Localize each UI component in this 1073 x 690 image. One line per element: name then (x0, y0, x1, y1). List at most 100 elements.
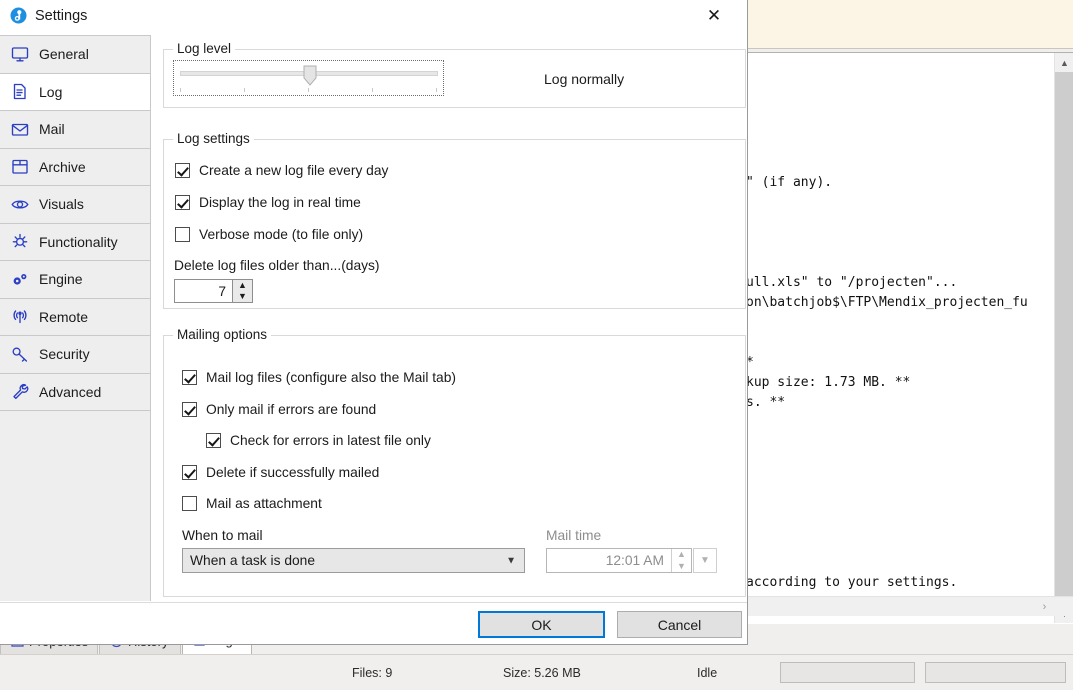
envelope-icon (11, 120, 32, 138)
sidebar-item-archive[interactable]: Archive (0, 148, 150, 186)
status-files: Files: 9 (352, 666, 393, 680)
sidebar-item-label: Mail (39, 121, 65, 138)
log-settings-legend: Log settings (173, 131, 254, 146)
checkbox-create-new-log-file[interactable]: Create a new log file every day (175, 163, 388, 178)
dialog-title: Settings (35, 7, 88, 24)
checkbox-box[interactable] (175, 163, 190, 178)
checkbox-display-log-realtime[interactable]: Display the log in real time (175, 195, 361, 210)
stepper-value[interactable]: 7 (175, 280, 232, 302)
log-line: * (746, 355, 754, 370)
mail-time-down-icon[interactable]: ▼ (672, 561, 691, 573)
when-to-mail-select[interactable]: When a task is done ▼ (182, 548, 525, 573)
log-horizontal-scrollbar[interactable]: › (746, 596, 1073, 616)
checkbox-label: Only mail if errors are found (206, 402, 377, 417)
checkbox-label: Create a new log file every day (199, 163, 389, 178)
slider-ticks (180, 88, 438, 93)
sidebar-item-general[interactable]: General (0, 36, 150, 74)
mail-time-up-icon[interactable]: ▲ (672, 549, 691, 561)
checkbox-mail-as-attachment[interactable]: Mail as attachment (182, 496, 322, 511)
mail-time-dropdown-button[interactable]: ▼ (693, 548, 717, 573)
ok-button[interactable]: OK (478, 611, 605, 638)
log-line: on\batchjob$\FTP\Mendix_projecten_fu (746, 295, 1028, 310)
document-icon (11, 83, 32, 101)
sidebar-item-label: Advanced (39, 383, 102, 400)
sidebar-item-label: Log (39, 83, 63, 100)
background-log-pane: " (if any). ull.xls" to "/projecten"... on… (746, 52, 1073, 624)
sidebar-item-remote[interactable]: Remote (0, 298, 150, 336)
delete-log-days-stepper[interactable]: 7 ▲ ▼ (174, 279, 253, 303)
bug-icon (11, 233, 32, 251)
when-to-mail-value: When a task is done (190, 553, 316, 568)
checkbox-mail-log-files[interactable]: Mail log files (configure also the Mail … (182, 370, 456, 385)
settings-sidebar: General Log Mail Archive Visuals Functionalit… (0, 35, 151, 601)
sidebar-item-label: Visuals (39, 196, 84, 213)
antenna-icon (11, 308, 32, 326)
checkbox-verbose-mode[interactable]: Verbose mode (to file only) (175, 227, 363, 242)
eye-icon (11, 195, 32, 213)
mail-time-stepper[interactable]: 12:01 AM ▲ ▼ (546, 548, 692, 573)
chevron-down-icon[interactable]: ▼ (506, 555, 516, 566)
stepper-buttons[interactable]: ▲ ▼ (232, 280, 252, 302)
checkbox-delete-if-mailed[interactable]: Delete if successfully mailed (182, 465, 379, 480)
log-level-legend: Log level (173, 41, 236, 56)
chevron-down-icon[interactable]: ▼ (700, 555, 710, 566)
checkbox-box[interactable] (182, 465, 197, 480)
checkbox-box[interactable] (182, 402, 197, 417)
when-to-mail-label: When to mail (182, 528, 263, 543)
checkbox-box[interactable] (182, 496, 197, 511)
scroll-right-arrow-icon[interactable]: › (1035, 597, 1054, 616)
scrollbar-thumb[interactable] (1055, 72, 1073, 604)
stepper-up-icon[interactable]: ▲ (233, 280, 252, 291)
checkbox-box[interactable] (175, 227, 190, 242)
sidebar-item-functionality[interactable]: Functionality (0, 223, 150, 261)
slider-thumb[interactable] (303, 65, 317, 86)
mail-time-stepper-buttons[interactable]: ▲ ▼ (671, 549, 691, 572)
sidebar-item-log[interactable]: Log (0, 73, 150, 111)
close-icon[interactable]: ✕ (691, 0, 737, 31)
checkbox-box[interactable] (182, 370, 197, 385)
stepper-down-icon[interactable]: ▼ (233, 291, 252, 302)
checkbox-label: Display the log in real time (199, 195, 361, 210)
checkbox-check-errors-latest-file[interactable]: Check for errors in latest file only (206, 433, 431, 448)
log-level-slider[interactable] (173, 60, 444, 96)
archive-box-icon (11, 158, 32, 176)
log-line: according to your settings. (746, 575, 958, 590)
scroll-up-arrow-icon[interactable]: ▲ (1055, 53, 1073, 72)
checkbox-label: Mail log files (configure also the Mail … (206, 370, 456, 385)
sidebar-item-advanced[interactable]: Advanced (0, 373, 150, 411)
checkbox-box[interactable] (175, 195, 190, 210)
background-log-text: " (if any). ull.xls" to "/projecten"... on… (746, 53, 1051, 593)
sidebar-item-label: Functionality (39, 233, 118, 250)
log-vertical-scrollbar[interactable]: ▲ ▼ (1054, 53, 1073, 623)
sidebar-item-label: Archive (39, 158, 86, 175)
dialog-title-bar: Settings ✕ (0, 0, 747, 31)
sidebar-item-visuals[interactable]: Visuals (0, 186, 150, 224)
settings-dialog: Settings ✕ General Log Mail Archive Visuals F… (0, 0, 748, 645)
settings-content: Log level Log normally Log settings Crea… (152, 32, 747, 602)
cancel-button[interactable]: Cancel (617, 611, 742, 638)
log-level-value-text: Log normally (544, 71, 625, 87)
progress-bar-secondary (925, 662, 1066, 683)
sidebar-item-engine[interactable]: Engine (0, 261, 150, 299)
progress-bar-primary (780, 662, 915, 683)
checkbox-label: Verbose mode (to file only) (199, 227, 364, 242)
sidebar-item-mail[interactable]: Mail (0, 111, 150, 149)
checkbox-box[interactable] (206, 433, 221, 448)
mail-time-value[interactable]: 12:01 AM (547, 549, 671, 572)
checkbox-only-mail-if-errors[interactable]: Only mail if errors are found (182, 402, 376, 417)
background-cream-panel (746, 0, 1073, 49)
sidebar-item-security[interactable]: Security (0, 336, 150, 374)
